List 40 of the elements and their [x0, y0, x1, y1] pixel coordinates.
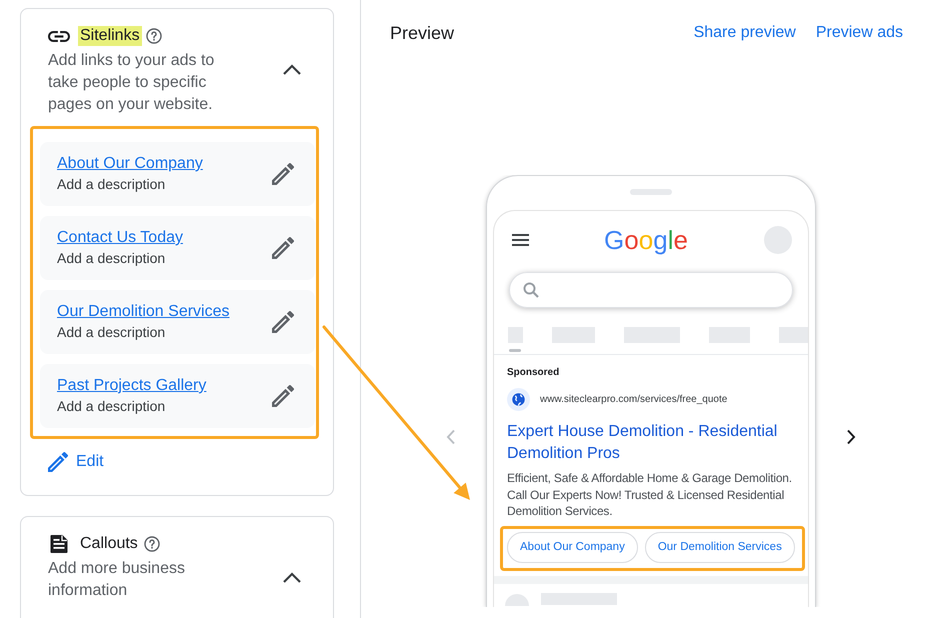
pencil-icon[interactable] [272, 163, 294, 185]
sitelink-description: Add a description [57, 249, 166, 268]
logo-text: Google [604, 226, 688, 254]
sitelink-link[interactable]: Contact Us Today [57, 228, 183, 248]
sponsored-label: Sponsored [507, 366, 560, 380]
pencil-icon[interactable] [272, 237, 294, 259]
skeleton-indicator [509, 349, 521, 352]
search-field[interactable] [509, 272, 793, 308]
section-description: Add more business information [48, 559, 186, 601]
chevron-right-icon[interactable] [846, 429, 856, 445]
document-icon [48, 534, 70, 554]
help-icon[interactable] [144, 536, 160, 552]
pencil-icon[interactable] [272, 385, 294, 407]
sitelink-chip: About Our Company [507, 532, 638, 562]
ad-url: www.siteclearpro.com/services/free_quote [540, 394, 728, 405]
section-title: Callouts [79, 534, 139, 554]
sitelink-description: Add a description [57, 323, 166, 342]
sitelink-link[interactable]: Past Projects Gallery [57, 376, 206, 396]
sitelink-link[interactable]: Our Demolition Services [57, 302, 230, 322]
preview-heading: Preview [390, 22, 454, 44]
ad-description: Efficient, Safe & Affordable Home & Garage Demolition. Call Our Experts Now! Trusted & Licensed Residential Demolition Services. [507, 470, 793, 520]
search-icon [523, 282, 539, 298]
menu-icon [512, 234, 529, 246]
chevron-up-icon[interactable] [282, 64, 302, 76]
sitelink-description: Add a description [57, 175, 166, 194]
link-icon [48, 30, 70, 42]
edit-button[interactable]: Edit [48, 450, 104, 474]
ad-headline: Expert House Demolition - Residential Demolition Pros [507, 422, 778, 464]
chevron-up-icon[interactable] [282, 572, 302, 584]
section-description: Add links to your ads to take people to specific pages on your website. [48, 51, 216, 115]
preview-action-link[interactable]: Preview ads [816, 24, 903, 42]
globe-icon [507, 388, 530, 411]
sitelink-description: Add a description [57, 397, 166, 416]
preview-action-link[interactable]: Share preview [694, 24, 796, 42]
pencil-icon[interactable] [272, 311, 294, 333]
sitelink-link[interactable]: About Our Company [57, 154, 203, 174]
sitelink-chip: Our Demolition Services [644, 532, 795, 562]
section-title: Sitelinks [78, 26, 142, 46]
pencil-icon [48, 452, 68, 472]
help-icon[interactable] [146, 28, 162, 44]
